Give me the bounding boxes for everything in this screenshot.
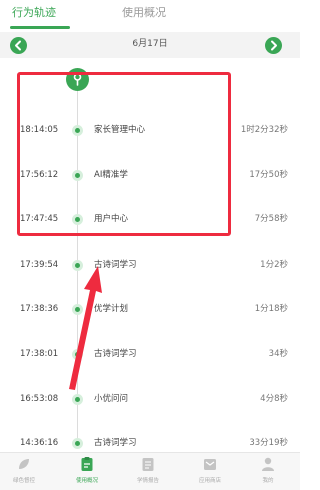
nav-learning-report[interactable]: 学情报告: [124, 456, 172, 490]
nav-green-control[interactable]: 绿色督控: [0, 456, 48, 490]
red-arrow-icon: [69, 266, 102, 390]
row-duration: 1分2秒: [260, 260, 288, 270]
date-navigator: 6月17日: [0, 32, 300, 58]
row-duration: 1时2分32秒: [240, 125, 288, 135]
bottom-navigation: 绿色督控 使用概况 学情报告 应用商店 我的: [0, 452, 300, 490]
row-app-name: 小优问问: [94, 394, 129, 404]
row-duration: 17分50秒: [249, 170, 288, 180]
clipboard-icon: [81, 457, 93, 471]
row-time: 17:39:54: [20, 260, 59, 270]
row-duration: 34秒: [268, 349, 288, 359]
tab-behavior-track[interactable]: 行为轨迹: [12, 6, 56, 20]
timeline-dot-icon: [72, 438, 83, 449]
row-duration: 33分19秒: [249, 438, 288, 448]
row-duration: 1分18秒: [254, 304, 288, 314]
nav-label: 绿色督控: [12, 478, 35, 484]
nav-mine[interactable]: 我的: [244, 456, 292, 490]
red-highlight-box: [17, 72, 231, 236]
timeline-dot-icon: [72, 394, 83, 405]
nav-label: 学情报告: [136, 478, 159, 484]
next-day-button[interactable]: [265, 37, 282, 54]
nav-label: 使用概况: [75, 478, 98, 484]
timeline-row[interactable]: 16:53:08 小优问问 4分8秒: [0, 390, 300, 410]
nav-usage-overview[interactable]: 使用概况: [63, 456, 111, 490]
current-date: 6月17日: [132, 39, 168, 49]
row-time: 17:38:36: [20, 304, 59, 314]
nav-label: 应用商店: [198, 478, 221, 484]
tab-usage-overview[interactable]: 使用概况: [122, 6, 166, 20]
top-tab-bar: 行为轨迹 使用概况: [0, 0, 300, 30]
timeline-row[interactable]: 17:39:54 古诗词学习 1分2秒: [0, 256, 300, 276]
row-time: 14:36:16: [20, 438, 59, 448]
row-time: 16:53:08: [20, 394, 59, 404]
leaf-icon: [19, 459, 29, 469]
report-icon: [142, 458, 154, 471]
row-duration: 4分8秒: [260, 394, 288, 404]
nav-label: 我的: [262, 478, 274, 484]
row-duration: 7分58秒: [254, 214, 288, 224]
row-time: 17:38:01: [20, 349, 59, 359]
user-icon: [262, 457, 274, 471]
timeline-row[interactable]: 14:36:16 古诗词学习 33分19秒: [0, 434, 300, 454]
timeline-row[interactable]: 17:38:01 古诗词学习 34秒: [0, 345, 300, 365]
store-icon: [204, 459, 216, 470]
row-app-name: 古诗词学习: [94, 438, 137, 448]
active-tab-indicator: [10, 26, 70, 29]
chevron-right-icon: [271, 40, 277, 51]
nav-app-store[interactable]: 应用商店: [186, 456, 234, 490]
timeline-row[interactable]: 17:38:36 优学计划 1分18秒: [0, 300, 300, 320]
